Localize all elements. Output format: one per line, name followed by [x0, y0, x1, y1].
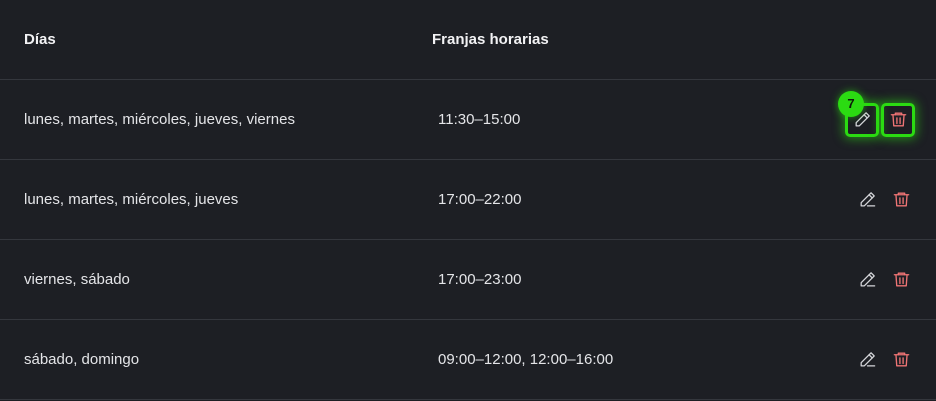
table-row: lunes, martes, miércoles, jueves 17:00–2… — [0, 160, 936, 240]
trash-icon — [890, 112, 906, 127]
trash-icon — [893, 352, 909, 367]
delete-button[interactable] — [886, 345, 916, 375]
column-header-time-slots: Franjas horarias — [432, 31, 549, 48]
row-time-slots: 11:30–15:00 — [438, 111, 521, 128]
column-header-days: Días — [24, 31, 56, 48]
row-time-slots: 17:00–22:00 — [438, 191, 522, 208]
row-actions — [852, 240, 916, 319]
delete-button[interactable] — [886, 185, 916, 215]
table-row: lunes, martes, miércoles, jueves, vierne… — [0, 80, 936, 160]
highlight-badge: 7 — [838, 91, 864, 117]
row-actions — [852, 160, 916, 239]
row-time-slots: 17:00–23:00 — [438, 271, 522, 288]
pencil-icon — [860, 352, 875, 367]
delete-button[interactable] — [886, 265, 916, 295]
row-days: lunes, martes, miércoles, jueves — [24, 191, 239, 208]
trash-icon — [893, 272, 909, 287]
delete-button[interactable] — [881, 102, 915, 137]
edit-button[interactable] — [852, 345, 882, 375]
pencil-icon — [860, 192, 875, 207]
row-days: sábado, domingo — [24, 351, 140, 368]
trash-icon — [893, 192, 909, 207]
row-time-slots: 09:00–12:00, 12:00–16:00 — [438, 351, 614, 368]
row-actions — [852, 320, 916, 399]
edit-button[interactable] — [852, 185, 882, 215]
edit-button[interactable] — [852, 265, 882, 295]
pencil-icon — [860, 272, 875, 287]
table-row: viernes, sábado 17:00–23:00 — [0, 240, 936, 320]
table-header-row: Días Franjas horarias — [0, 0, 936, 80]
table-row: sábado, domingo 09:00–12:00, 12:00–16:00 — [0, 320, 936, 400]
schedule-table: Días Franjas horarias lunes, martes, mié… — [0, 0, 936, 401]
row-days: lunes, martes, miércoles, jueves, vierne… — [24, 111, 295, 128]
row-days: viernes, sábado — [24, 271, 130, 288]
